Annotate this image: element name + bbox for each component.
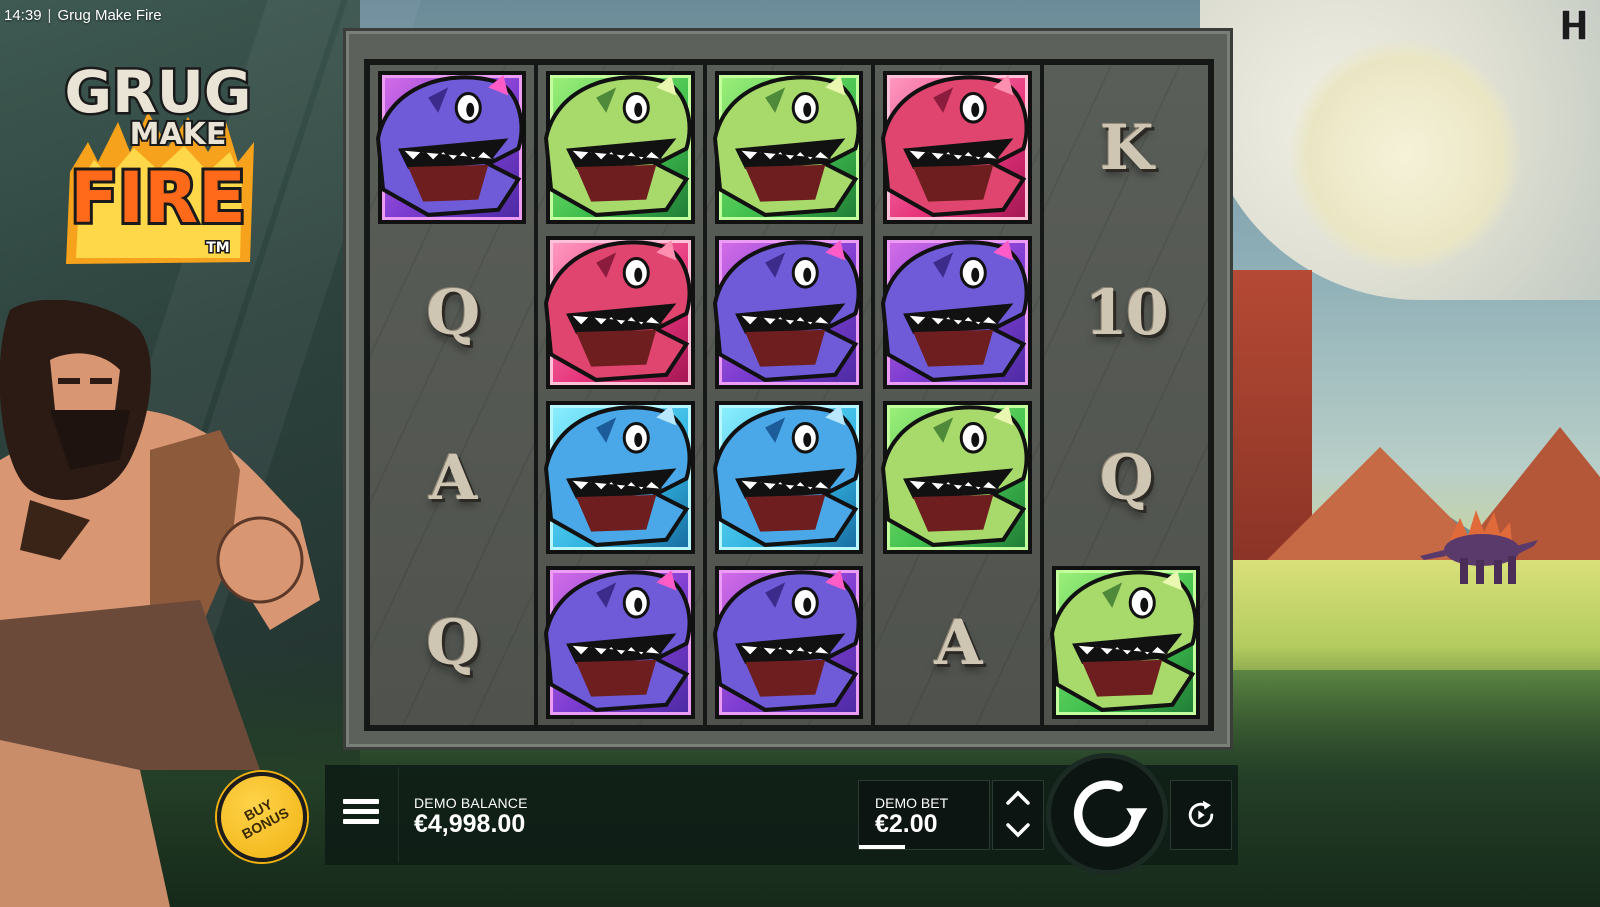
purple-dinosaur-symbol <box>881 236 1032 389</box>
reel-2 <box>538 65 704 725</box>
buy-bonus-button[interactable]: BUY BONUS <box>217 772 307 862</box>
autoplay-button[interactable] <box>1170 780 1232 850</box>
sun <box>1290 40 1520 270</box>
reel-symbol-dino-purple <box>875 230 1039 395</box>
reel-symbol-dino-purple <box>707 560 871 725</box>
letter-symbol: 10 <box>1084 276 1169 349</box>
purple-dinosaur-symbol <box>712 566 864 719</box>
letter-symbol: A <box>934 606 982 679</box>
hamburger-icon[interactable] <box>340 795 382 835</box>
purple-dinosaur-symbol <box>544 566 695 719</box>
letter-symbol: K <box>1099 111 1154 184</box>
reel-symbol-dino-red <box>538 230 702 395</box>
panel-divider <box>398 767 399 863</box>
letter-symbol: Q <box>1099 441 1154 514</box>
reel-grid: Q A Q A K 10 Q <box>364 59 1214 731</box>
reel-symbol-letter-Q: Q <box>370 560 534 725</box>
bet-value: €2.00 <box>875 810 938 838</box>
logo-trademark: TM <box>206 240 229 256</box>
bet-level-bar <box>859 845 905 849</box>
reel-symbol-letter-A: A <box>875 560 1039 725</box>
stegosaurus <box>1420 510 1538 584</box>
reel-symbol-dino-purple <box>707 230 871 395</box>
purple-dinosaur-symbol <box>375 71 527 224</box>
purple-dinosaur-symbol <box>712 236 864 389</box>
game-logo: GRUG MAKE FIRE TM <box>58 52 258 277</box>
balance-label: DEMO BALANCE <box>414 795 528 811</box>
red-dinosaur-symbol <box>881 71 1032 224</box>
logo-grug-text: GRUG <box>65 58 252 126</box>
reel-4: A <box>875 65 1041 725</box>
autoplay-icon <box>1188 800 1214 828</box>
buy-bonus-label: BUY BONUS <box>239 795 292 843</box>
reel-symbol-letter-Q: Q <box>370 230 534 395</box>
title-separator: | <box>47 7 52 24</box>
red-dinosaur-symbol <box>544 236 695 389</box>
provider-logo-icon <box>1561 9 1587 41</box>
reel-symbol-letter-10: 10 <box>1044 230 1208 395</box>
reel-symbol-dino-green <box>538 65 702 230</box>
logo-fire-text: FIRE <box>70 157 246 239</box>
green-dinosaur-symbol <box>712 71 864 224</box>
reel-1: Q A Q <box>370 65 535 725</box>
letter-symbol: A <box>429 441 477 514</box>
green-dinosaur-symbol <box>881 401 1032 554</box>
chevron-up-icon[interactable] <box>1005 790 1031 806</box>
status-bar: 14:39 | Grug Make Fire <box>0 0 1600 30</box>
reel-symbol-dino-green <box>707 65 871 230</box>
reel-symbol-dino-purple <box>370 65 534 230</box>
balance-value: €4,998.00 <box>414 810 526 838</box>
reel-symbol-letter-A: A <box>370 395 534 560</box>
blue-dinosaur-symbol <box>544 401 695 554</box>
reel-frame: Q A Q A K 10 Q <box>343 28 1233 750</box>
logo-make-text: MAKE <box>130 117 227 152</box>
reel-symbol-dino-purple <box>538 560 702 725</box>
game-title: Grug Make Fire <box>57 7 162 24</box>
reel-symbol-letter-Q: Q <box>1044 395 1208 560</box>
reel-5: K 10 Q <box>1043 65 1209 725</box>
letter-symbol: Q <box>426 606 480 679</box>
reel-symbol-letter-K: K <box>1044 65 1208 230</box>
bet-label: DEMO BET <box>875 795 949 811</box>
letter-symbol: Q <box>426 276 480 349</box>
reel-symbol-dino-red <box>875 65 1039 230</box>
spin-arrow-icon <box>1073 780 1148 847</box>
reel-symbol-dino-green <box>875 395 1039 560</box>
clock-time: 14:39 <box>4 7 42 24</box>
green-dinosaur-symbol <box>1049 566 1200 719</box>
spin-button[interactable] <box>1046 753 1168 875</box>
reel-symbol-dino-green <box>1044 560 1208 725</box>
chevron-down-icon[interactable] <box>1005 822 1031 838</box>
reel-symbol-dino-blue <box>707 395 871 560</box>
reel-symbol-dino-blue <box>538 395 702 560</box>
green-dinosaur-symbol <box>544 71 695 224</box>
blue-dinosaur-symbol <box>712 401 864 554</box>
reel-3 <box>706 65 872 725</box>
